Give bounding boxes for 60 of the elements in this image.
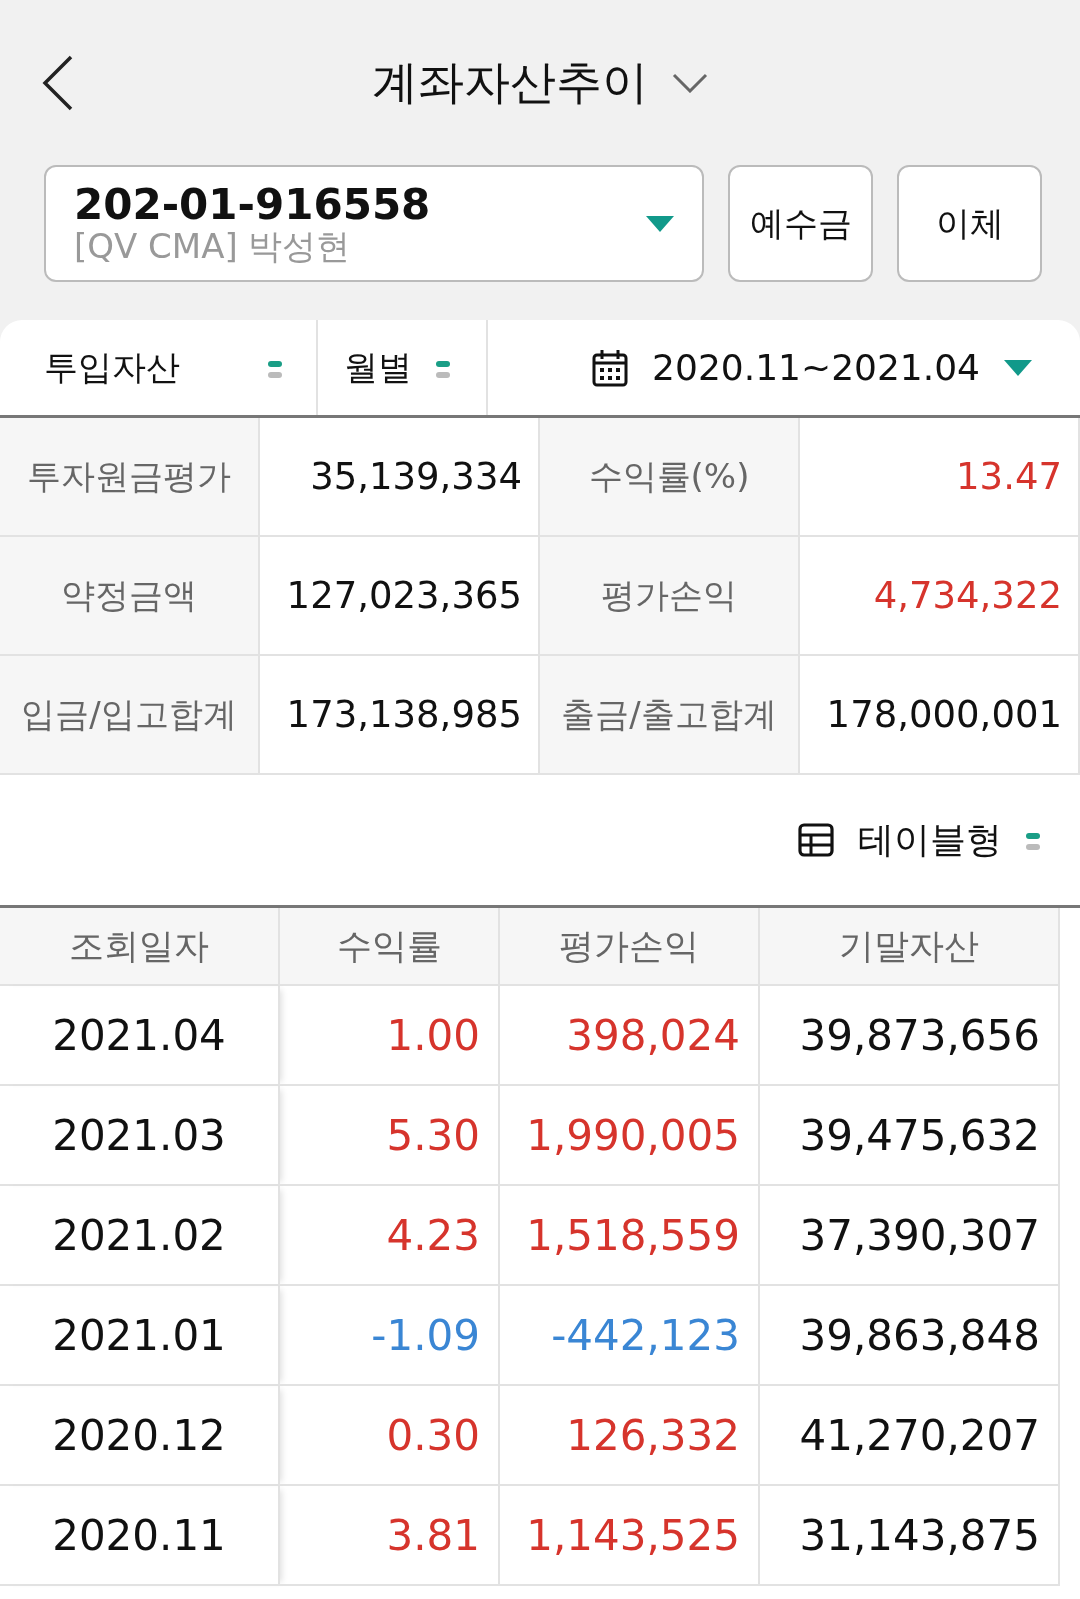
summary-label: 입금/입고합계 <box>0 656 260 775</box>
assets-cell: 37,390,307 <box>760 1186 1060 1286</box>
column-header: 조회일자 <box>0 908 280 986</box>
column-header: 평가손익 <box>500 908 760 986</box>
back-icon[interactable] <box>42 55 74 111</box>
date-range-selector[interactable]: 2020.11~2021.04 <box>488 320 1080 415</box>
date-cell: 2021.04 <box>0 986 280 1086</box>
toggle-icon <box>268 358 282 381</box>
date-cell: 2021.03 <box>0 1086 280 1186</box>
summary-label: 평가손익 <box>540 537 800 656</box>
date-cell: 2020.11 <box>0 1486 280 1586</box>
column-header: 수익률 <box>280 908 500 986</box>
profit-cell: -442,123 <box>500 1286 760 1386</box>
summary-label: 약정금액 <box>0 537 260 656</box>
rate-cell: 4.23 <box>280 1186 500 1286</box>
assets-cell: 39,475,632 <box>760 1086 1060 1186</box>
rate-cell: 0.30 <box>280 1386 500 1486</box>
profit-cell: 398,024 <box>500 986 760 1086</box>
profit-cell: 1,990,005 <box>500 1086 760 1186</box>
summary-label: 출금/출고합계 <box>540 656 800 775</box>
profit-cell: 126,332 <box>500 1386 760 1486</box>
column-header: 기말자산 <box>760 908 1060 986</box>
assets-cell: 31,143,875 <box>760 1486 1060 1586</box>
asset-type-label: 투입자산 <box>44 346 180 389</box>
date-cell: 2021.01 <box>0 1286 280 1386</box>
summary-label: 투자원금평가 <box>0 418 260 537</box>
assets-cell: 39,863,848 <box>760 1286 1060 1386</box>
summary-value: 178,000,001 <box>800 656 1080 775</box>
action-button[interactable]: 이체 <box>897 165 1042 282</box>
calendar-icon <box>592 348 629 387</box>
action-button[interactable]: 예수금 <box>728 165 873 282</box>
dropdown-triangle-icon <box>1004 359 1032 376</box>
rate-cell: 3.81 <box>280 1486 500 1586</box>
summary-value: 4,734,322 <box>800 537 1080 656</box>
table-icon <box>798 823 834 857</box>
rate-cell: 5.30 <box>280 1086 500 1186</box>
summary-value: 13.47 <box>800 418 1080 537</box>
account-selector[interactable]: 202-01-916558 [QV CMA] 박성현 <box>44 165 704 282</box>
summary-label: 수익률(%) <box>540 418 800 537</box>
view-label: 테이블형 <box>858 818 1002 862</box>
view-toggle[interactable]: 테이블형 <box>0 775 1080 905</box>
date-cell: 2021.02 <box>0 1186 280 1286</box>
assets-cell: 41,270,207 <box>760 1386 1060 1486</box>
date-cell: 2020.12 <box>0 1386 280 1486</box>
profit-cell: 1,143,525 <box>500 1486 760 1586</box>
account-name: [QV CMA] 박성현 <box>74 227 352 266</box>
chevron-down-icon[interactable] <box>672 72 708 93</box>
account-number: 202-01-916558 <box>74 181 432 228</box>
period-selector[interactable]: 월별 <box>318 320 488 415</box>
toggle-icon <box>1026 831 1040 853</box>
period-label: 월별 <box>344 346 412 389</box>
dropdown-triangle-icon <box>646 215 674 232</box>
assets-cell: 39,873,656 <box>760 986 1060 1086</box>
page-title: 계좌자산추이 <box>372 54 648 111</box>
asset-type-selector[interactable]: 투입자산 <box>0 320 318 415</box>
date-range-label: 2020.11~2021.04 <box>652 345 980 390</box>
toggle-icon <box>436 358 450 381</box>
profit-cell: 1,518,559 <box>500 1186 760 1286</box>
rate-cell: -1.09 <box>280 1286 500 1386</box>
rate-cell: 1.00 <box>280 986 500 1086</box>
